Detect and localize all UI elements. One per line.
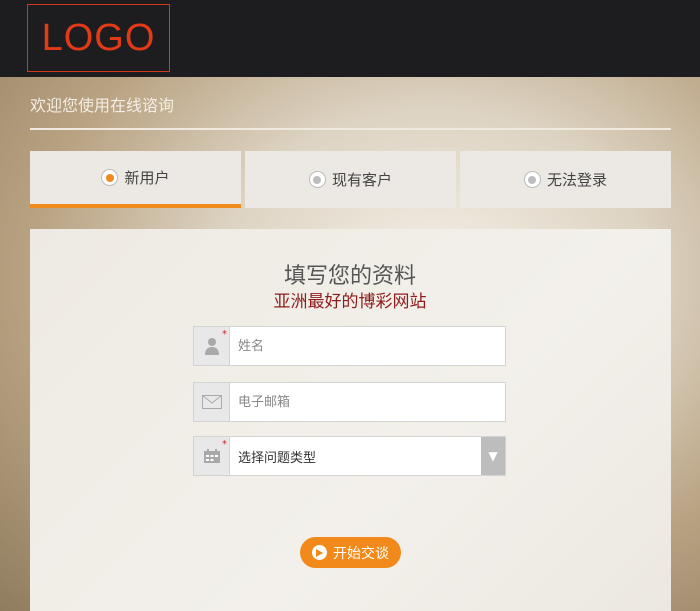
form-subtitle: 亚洲最好的博彩网站 <box>273 292 427 312</box>
tab-cannot-login[interactable]: 无法登录 <box>460 151 671 208</box>
welcome-text: 欢迎您使用在线谘询 <box>30 96 175 115</box>
name-field: * <box>193 326 506 366</box>
radio-icon <box>101 169 119 186</box>
question-type-select[interactable]: * 选择问题类型 ▼ <box>193 436 506 476</box>
email-input[interactable] <box>230 383 505 421</box>
required-mark: * <box>222 439 227 450</box>
name-input[interactable] <box>230 327 505 365</box>
form-title: 填写您的资料 <box>283 264 416 289</box>
calendar-icon: * <box>194 437 230 475</box>
envelope-icon <box>194 383 230 421</box>
triangle-down-icon[interactable]: ▼ <box>481 437 505 475</box>
welcome-divider <box>30 128 671 130</box>
logo[interactable]: LOGO <box>27 4 170 72</box>
radio-icon <box>308 171 326 188</box>
start-chat-label: 开始交谈 <box>333 544 389 561</box>
start-chat-button[interactable]: 开始交谈 <box>300 537 401 568</box>
tab-label: 现有客户 <box>331 171 392 189</box>
email-field <box>193 382 506 422</box>
play-circle-icon <box>312 545 327 560</box>
select-value: 选择问题类型 <box>238 450 317 466</box>
tab-new-user[interactable]: 新用户 <box>30 151 241 208</box>
required-mark: * <box>222 329 227 340</box>
tab-existing-customer[interactable]: 现有客户 <box>245 151 456 208</box>
radio-icon <box>523 171 541 188</box>
top-bar: LOGO <box>0 0 700 77</box>
user-icon: * <box>194 327 230 365</box>
tab-label: 无法登录 <box>546 171 607 189</box>
tab-label: 新用户 <box>124 169 170 187</box>
